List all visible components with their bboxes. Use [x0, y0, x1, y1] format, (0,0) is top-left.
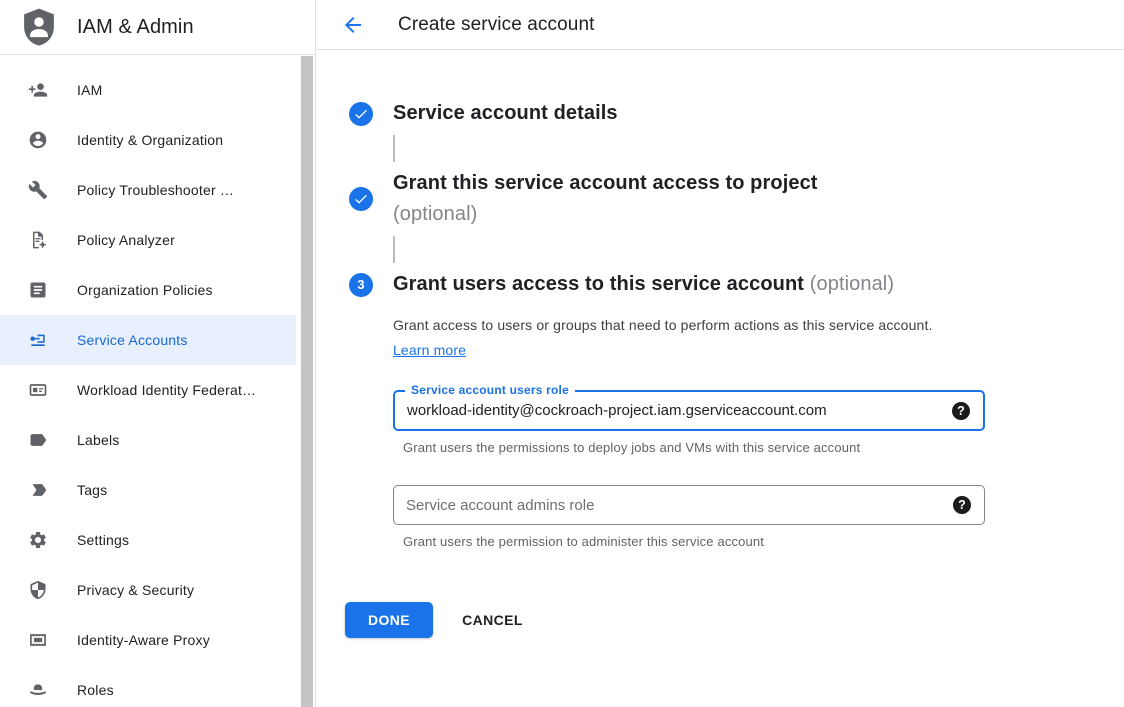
step-description-text: Grant access to users or groups that nee…	[393, 317, 933, 333]
step-heading: Service account details	[393, 98, 618, 129]
sidebar-item-workload-identity-federation[interactable]: Workload Identity Federat…	[0, 365, 296, 415]
wrench-icon	[27, 179, 49, 201]
product-title: IAM & Admin	[77, 16, 194, 39]
sidebar-item-label: Service Accounts	[77, 332, 188, 348]
sidebar-item-label: Organization Policies	[77, 282, 213, 298]
step-complete-check-icon	[349, 102, 373, 126]
iam-admin-shield-icon	[20, 7, 58, 49]
done-button[interactable]: DONE	[345, 602, 433, 638]
account-circle-icon	[27, 129, 49, 151]
sidebar-item-label: Workload Identity Federat…	[77, 382, 256, 398]
tag-arrow-icon	[27, 479, 49, 501]
main-panel: Create service account Service account d…	[316, 0, 1124, 707]
step-connector	[393, 135, 395, 162]
cancel-button[interactable]: CANCEL	[446, 602, 539, 638]
optional-label: (optional)	[393, 199, 818, 230]
step-heading: Grant this service account access to pro…	[393, 168, 818, 199]
sidebar-item-label: Identity-Aware Proxy	[77, 632, 210, 648]
sidebar-item-roles[interactable]: Roles	[0, 665, 296, 707]
sidebar-scrollbar-thumb[interactable]	[301, 56, 313, 707]
step-heading: Grant users access to this service accou…	[393, 273, 804, 295]
action-buttons: DONE CANCEL	[345, 602, 1124, 638]
service-account-users-role-input[interactable]	[395, 392, 983, 429]
back-arrow-icon[interactable]	[341, 13, 365, 37]
step-connector	[393, 236, 395, 263]
sidebar-item-label: Policy Analyzer	[77, 232, 175, 248]
page-title: Create service account	[398, 14, 595, 36]
sidebar-item-policy-troubleshooter[interactable]: Policy Troubleshooter …	[0, 165, 296, 215]
shield-icon	[27, 579, 49, 601]
sidebar-item-iam[interactable]: IAM	[0, 65, 296, 115]
sidebar-item-label: Identity & Organization	[77, 132, 223, 148]
sidebar-item-label: Labels	[77, 432, 119, 448]
gcp-console: IAM & Admin IAM Identity & Organization	[0, 0, 1124, 707]
step-description: Grant access to users or groups that nee…	[393, 313, 959, 363]
sidebar-item-label: Settings	[77, 532, 129, 548]
proxy-filmstrip-icon	[27, 629, 49, 651]
sidebar-nav: IAM Identity & Organization Policy Troub…	[0, 55, 315, 707]
service-account-admins-role-input[interactable]	[394, 486, 984, 524]
sidebar-item-label: IAM	[77, 82, 103, 98]
sidebar-item-labels[interactable]: Labels	[0, 415, 296, 465]
wizard-content: Service account details Grant this servi…	[316, 98, 1124, 638]
learn-more-link[interactable]: Learn more	[393, 342, 466, 358]
sidebar-item-identity-organization[interactable]: Identity & Organization	[0, 115, 296, 165]
sidebar-item-label: Tags	[77, 482, 107, 498]
roles-hat-icon	[27, 679, 49, 701]
person-add-icon	[27, 79, 49, 101]
label-icon	[27, 429, 49, 451]
gear-icon	[27, 529, 49, 551]
sidebar-item-identity-aware-proxy[interactable]: Identity-Aware Proxy	[0, 615, 296, 665]
users-role-helper-text: Grant users the permissions to deploy jo…	[403, 440, 1124, 455]
step-number-badge: 3	[349, 273, 373, 297]
sidebar-header: IAM & Admin	[0, 0, 315, 55]
sidebar-item-privacy-security[interactable]: Privacy & Security	[0, 565, 296, 615]
admins-role-helper-text: Grant users the permission to administer…	[403, 534, 1124, 549]
step-grant-access-to-project: Grant this service account access to pro…	[349, 168, 1124, 230]
sidebar-item-label: Privacy & Security	[77, 582, 194, 598]
service-account-admins-role-field: ?	[393, 485, 985, 525]
step-service-account-details: Service account details	[349, 98, 1124, 129]
service-account-users-role-field: Service account users role ?	[393, 390, 985, 431]
badge-card-icon	[27, 379, 49, 401]
step-complete-check-icon	[349, 187, 373, 211]
sidebar-item-settings[interactable]: Settings	[0, 515, 296, 565]
article-icon	[27, 279, 49, 301]
sidebar-item-organization-policies[interactable]: Organization Policies	[0, 265, 296, 315]
sidebar-item-label: Policy Troubleshooter …	[77, 182, 234, 198]
field-label: Service account users role	[405, 383, 575, 397]
sidebar-item-policy-analyzer[interactable]: Policy Analyzer	[0, 215, 296, 265]
sidebar-item-service-accounts[interactable]: Service Accounts	[0, 315, 296, 365]
help-icon[interactable]: ?	[953, 496, 971, 514]
optional-label: (optional)	[810, 273, 894, 295]
sidebar-item-label: Roles	[77, 682, 114, 698]
service-account-key-icon	[27, 329, 49, 351]
sidebar-item-tags[interactable]: Tags	[0, 465, 296, 515]
page-header: Create service account	[316, 0, 1124, 50]
iam-admin-sidebar: IAM & Admin IAM Identity & Organization	[0, 0, 316, 707]
help-icon[interactable]: ?	[952, 402, 970, 420]
step-grant-users-access: 3 Grant users access to this service acc…	[349, 269, 1124, 300]
policy-analyzer-icon	[27, 229, 49, 251]
